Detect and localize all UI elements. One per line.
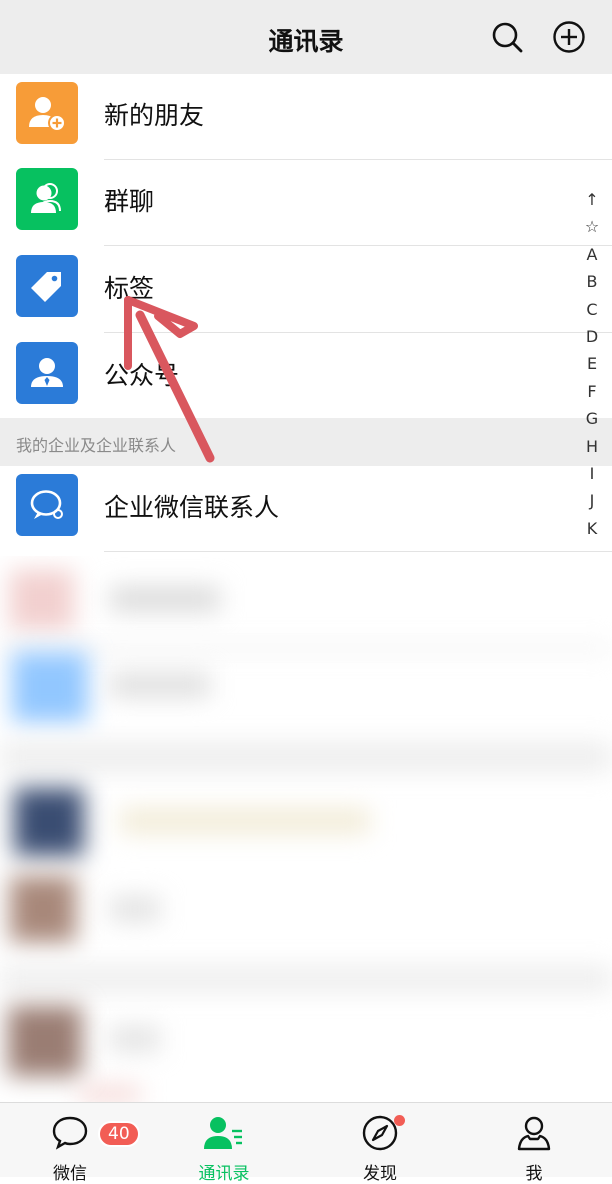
blurred-divider xyxy=(0,644,612,652)
enterprise-contacts-label: 企业微信联系人 xyxy=(104,493,280,522)
group-chat-label: 群聊 xyxy=(104,187,155,216)
official-accounts-label: 公众号 xyxy=(104,361,180,390)
enterprise-contacts-row[interactable]: 企业微信联系人 xyxy=(0,466,612,552)
group-chat-icon xyxy=(16,168,78,230)
work-chat-icon xyxy=(16,474,78,536)
index-letter[interactable]: A xyxy=(580,241,604,268)
tags-row[interactable]: 标签 xyxy=(0,247,612,333)
chat-bubble-icon xyxy=(52,1116,88,1150)
person-icon xyxy=(517,1116,551,1151)
tab-label: 通讯录 xyxy=(198,1164,250,1184)
blurred-contact-list xyxy=(0,556,612,1102)
index-letter[interactable]: I xyxy=(580,460,604,487)
blurred-avatar xyxy=(10,876,76,942)
tab-contacts[interactable]: 通讯录 xyxy=(174,1113,274,1184)
add-friend-icon xyxy=(16,82,78,144)
blurred-section xyxy=(0,966,612,992)
bottom-tab-bar: 微信 40 通讯录 发现 我 xyxy=(0,1102,612,1184)
tag-icon xyxy=(16,255,78,317)
index-letter[interactable]: J xyxy=(580,487,604,514)
blurred-avatar xyxy=(12,652,88,722)
top-bar: 通讯录 xyxy=(0,0,612,76)
divider xyxy=(104,551,612,552)
index-letter[interactable]: G xyxy=(580,405,604,432)
blurred-name xyxy=(120,808,370,834)
official-account-icon xyxy=(16,342,78,404)
divider xyxy=(104,332,612,333)
index-letter[interactable]: F xyxy=(580,378,604,405)
blurred-name xyxy=(110,896,160,922)
official-accounts-row[interactable]: 公众号 xyxy=(0,334,612,420)
blurred-name xyxy=(110,586,220,612)
blurred-section xyxy=(0,742,612,772)
tab-me[interactable]: 我 xyxy=(484,1113,584,1184)
tab-label: 我 xyxy=(525,1164,543,1184)
blurred-avatar xyxy=(14,788,84,856)
index-letter[interactable]: C xyxy=(580,296,604,323)
tab-chats[interactable]: 微信 40 xyxy=(20,1113,140,1184)
plus-circle-icon[interactable] xyxy=(552,20,586,54)
blurred-avatar xyxy=(80,1086,140,1102)
tab-discover[interactable]: 发现 xyxy=(330,1113,430,1184)
index-star[interactable]: ☆ xyxy=(580,213,604,240)
section-label: 我的企业及企业联系人 xyxy=(16,436,177,455)
index-up[interactable]: ↑ xyxy=(580,186,604,213)
group-chat-row[interactable]: 群聊 xyxy=(0,160,612,246)
divider xyxy=(104,245,612,246)
index-letter[interactable]: H xyxy=(580,433,604,460)
index-letter[interactable]: E xyxy=(580,350,604,377)
tags-label: 标签 xyxy=(104,274,155,303)
tab-label: 发现 xyxy=(363,1164,397,1184)
new-friends-label: 新的朋友 xyxy=(104,101,205,130)
section-header: 我的企业及企业联系人 xyxy=(0,418,612,466)
index-letter[interactable]: K xyxy=(580,515,604,542)
new-friends-row[interactable]: 新的朋友 xyxy=(0,74,612,160)
index-letter[interactable]: B xyxy=(580,268,604,295)
blurred-name xyxy=(110,1026,160,1052)
blurred-avatar xyxy=(10,570,74,630)
tab-label: 微信 xyxy=(53,1164,87,1184)
search-icon[interactable] xyxy=(490,20,524,54)
contacts-icon xyxy=(204,1117,242,1149)
blurred-avatar xyxy=(8,1006,82,1076)
unread-badge: 40 xyxy=(98,1121,140,1147)
blurred-name xyxy=(110,672,210,698)
index-letter[interactable]: D xyxy=(580,323,604,350)
alphabet-index[interactable]: ↑ ☆ A B C D E F G H I J K xyxy=(580,186,604,542)
notification-dot xyxy=(394,1115,405,1126)
